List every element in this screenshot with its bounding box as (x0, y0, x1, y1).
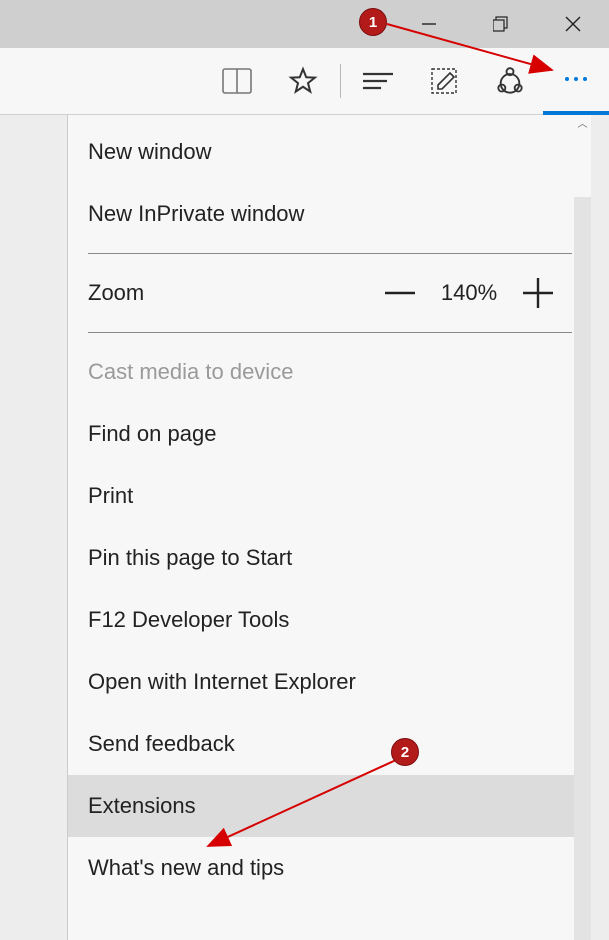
close-button[interactable] (537, 0, 609, 48)
reading-view-icon[interactable] (204, 48, 270, 115)
menu-item-find-on-page[interactable]: Find on page (68, 403, 575, 465)
menu-item-pin-to-start[interactable]: Pin this page to Start (68, 527, 575, 589)
menu-separator (88, 253, 572, 254)
toolbar-separator (340, 64, 341, 98)
scrollbar[interactable] (574, 197, 591, 940)
zoom-label: Zoom (88, 280, 383, 306)
ellipsis-icon (565, 77, 587, 81)
menu-item-print[interactable]: Print (68, 465, 575, 527)
web-notes-icon[interactable] (411, 48, 477, 115)
scroll-up-icon[interactable]: ︿ (574, 115, 591, 129)
menu-item-extensions[interactable]: Extensions (68, 775, 575, 837)
menu-item-cast-media: Cast media to device (68, 341, 575, 403)
menu-item-open-ie[interactable]: Open with Internet Explorer (68, 651, 575, 713)
zoom-in-button[interactable] (521, 276, 555, 310)
menu-item-whats-new[interactable]: What's new and tips (68, 837, 575, 899)
menu-item-send-feedback[interactable]: Send feedback (68, 713, 575, 775)
zoom-value: 140% (437, 280, 501, 306)
window-titlebar (0, 0, 609, 48)
more-menu-button[interactable] (543, 48, 609, 115)
menu-item-new-inprivate[interactable]: New InPrivate window (68, 183, 575, 245)
zoom-row: Zoom 140% (68, 262, 575, 324)
menu-item-dev-tools[interactable]: F12 Developer Tools (68, 589, 575, 651)
zoom-out-button[interactable] (383, 276, 417, 310)
favorite-star-icon[interactable] (270, 48, 336, 115)
maximize-button[interactable] (465, 0, 537, 48)
settings-menu: ︿ New window New InPrivate window Zoom 1… (67, 115, 591, 940)
menu-separator (88, 332, 572, 333)
minimize-button[interactable] (393, 0, 465, 48)
browser-toolbar (0, 48, 609, 115)
share-icon[interactable] (477, 48, 543, 115)
menu-item-new-window[interactable]: New window (68, 115, 575, 183)
hub-icon[interactable] (345, 48, 411, 115)
